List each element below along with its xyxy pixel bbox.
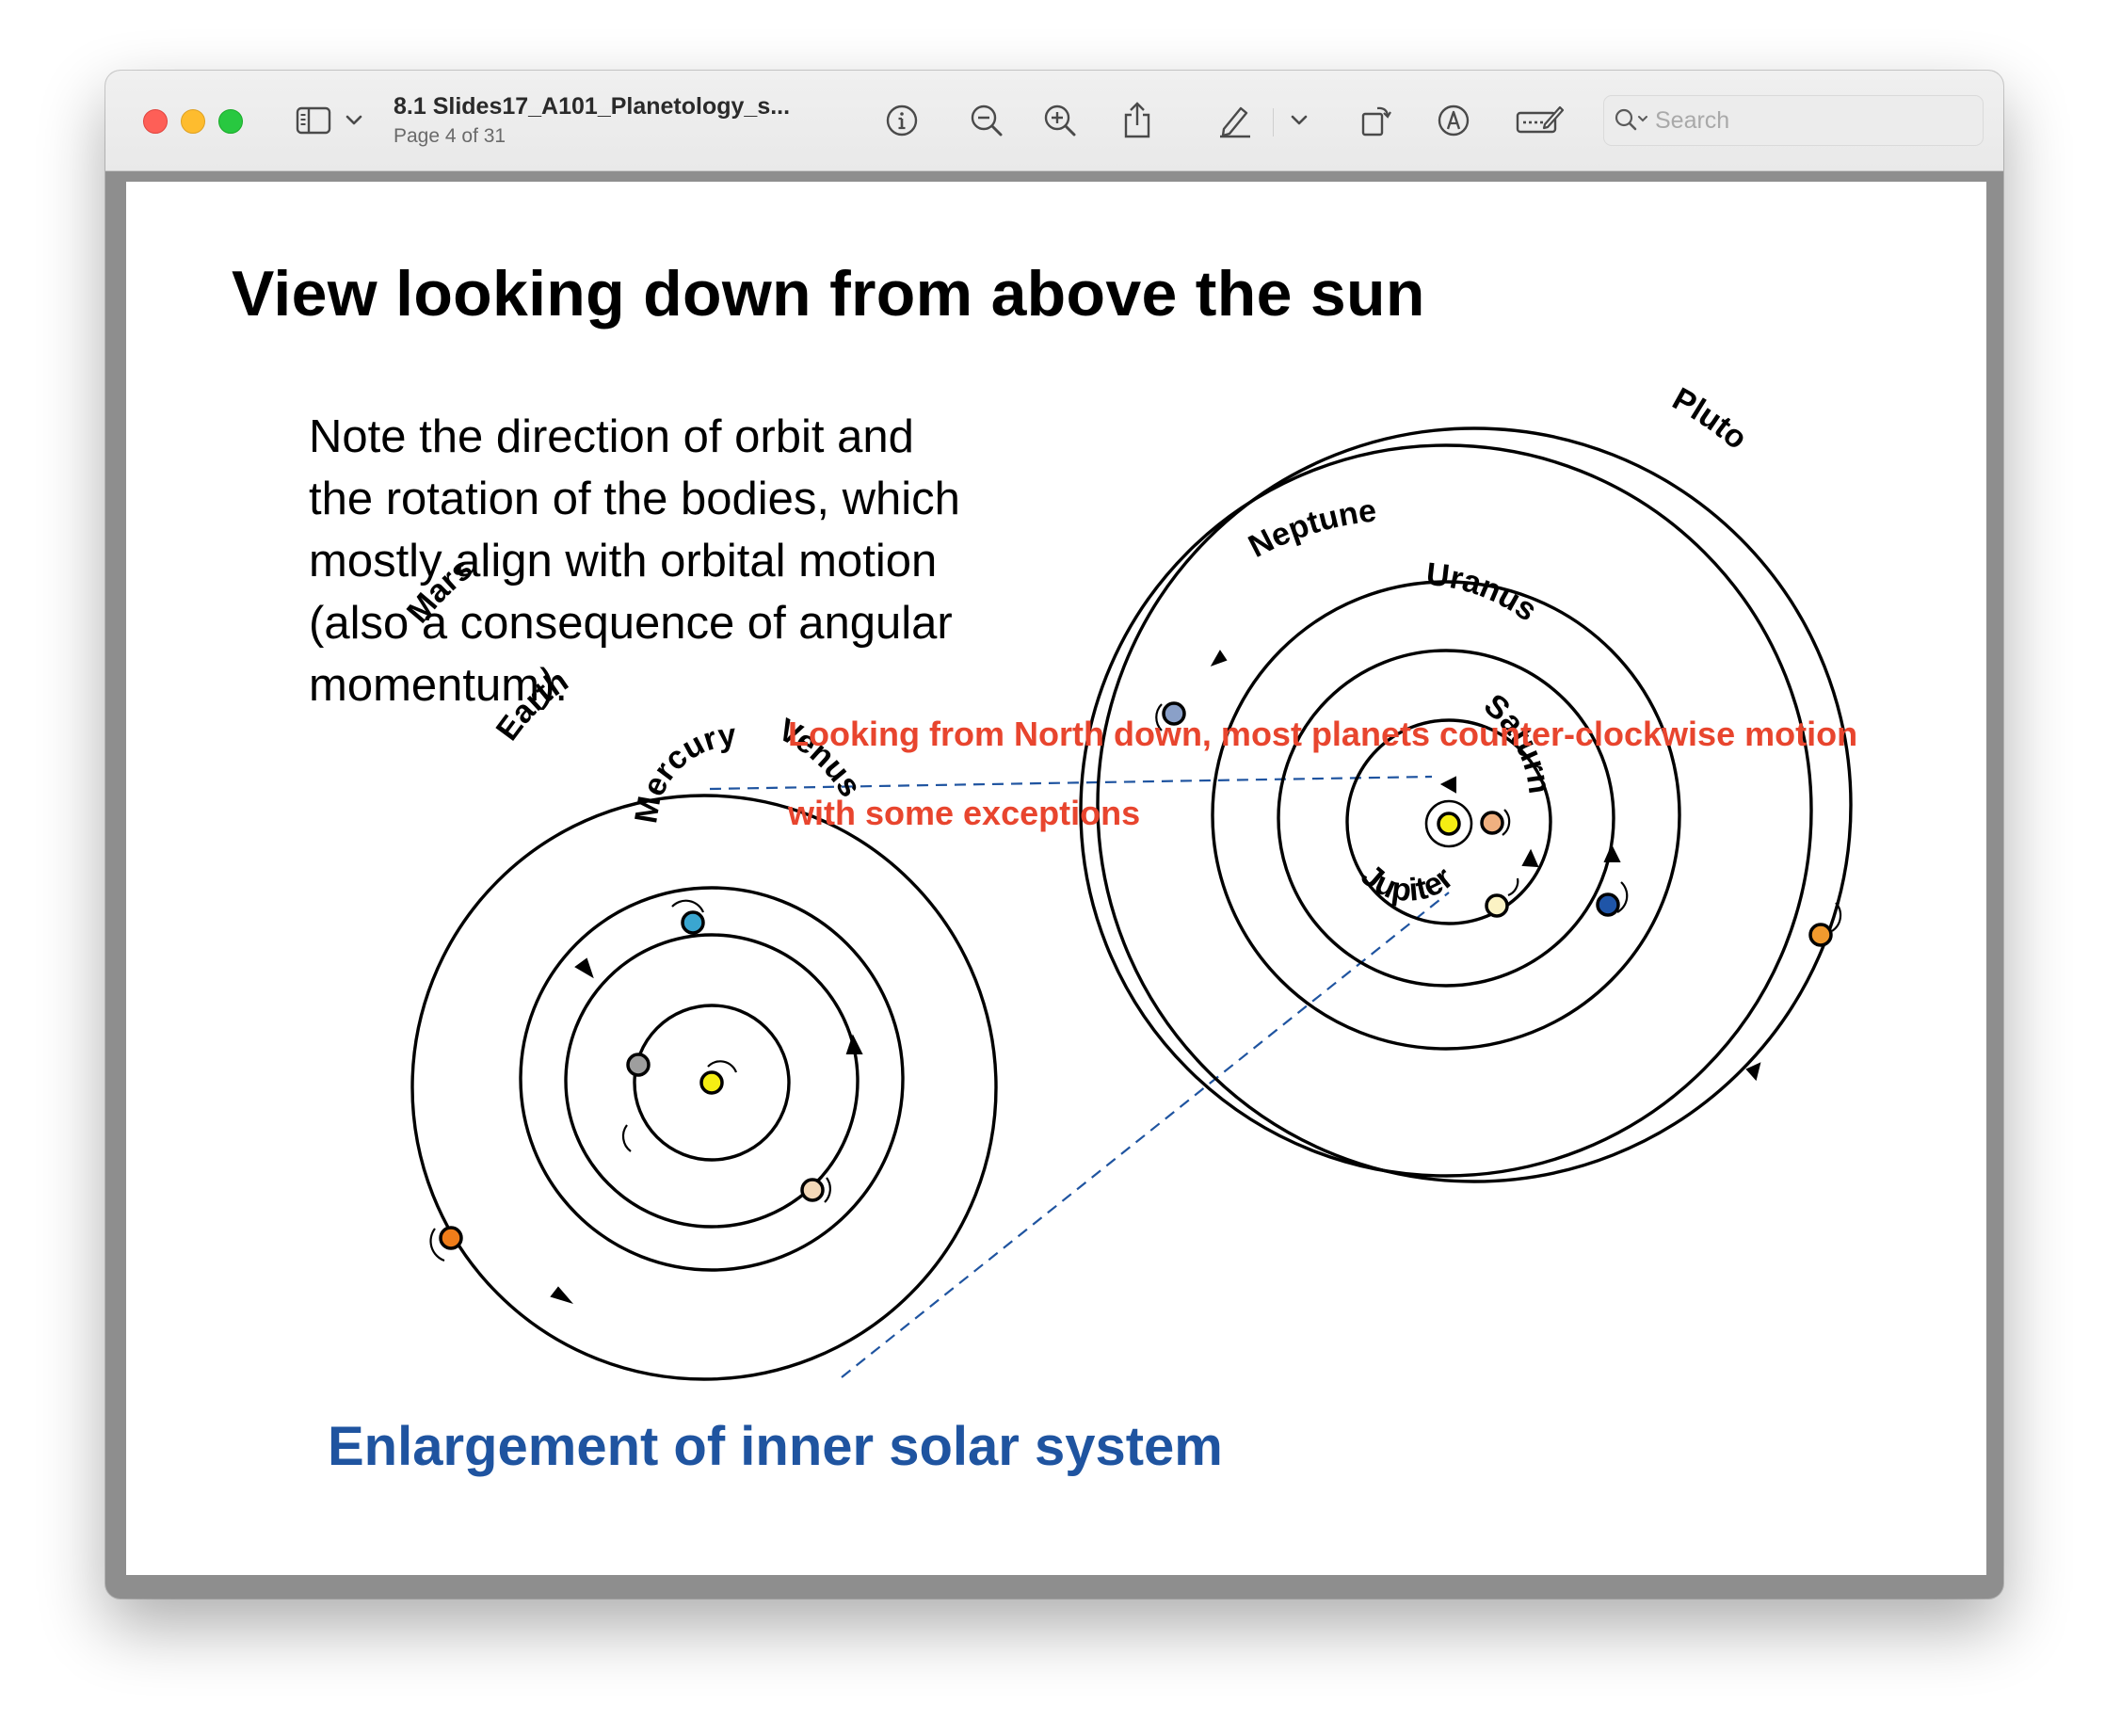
pluto-orbit bbox=[1096, 426, 1853, 1183]
connector-line bbox=[709, 775, 1433, 791]
neptune-orbit bbox=[1079, 443, 1813, 1178]
orbit-arrow bbox=[1210, 650, 1228, 667]
orbit-arrow bbox=[1745, 1062, 1761, 1082]
jupiter-label: Jupiter bbox=[1354, 858, 1460, 909]
annotation-line-2: with some exceptions bbox=[788, 794, 1141, 832]
saturn-planet bbox=[1480, 811, 1504, 835]
document-title: 8.1 Slides17_A101_Planetology_s... bbox=[394, 93, 791, 120]
info-button[interactable] bbox=[883, 97, 921, 144]
orbit-arrow bbox=[574, 957, 594, 979]
markup-icon bbox=[1438, 104, 1470, 137]
zoom-in-button[interactable] bbox=[1041, 97, 1079, 144]
note-line: mostly align with orbital motion bbox=[309, 536, 938, 587]
preview-window: 8.1 Slides17_A101_Planetology_s... Page … bbox=[105, 71, 2003, 1599]
sidebar-options-button[interactable] bbox=[341, 97, 367, 144]
uranus-planet bbox=[1596, 892, 1620, 917]
spin-arrow bbox=[1507, 877, 1519, 897]
zoom-out-button[interactable] bbox=[968, 97, 1005, 144]
close-window-button[interactable] bbox=[143, 109, 168, 134]
pdf-page: Mars Earth Venus Mercury Pluto Neptune U… bbox=[126, 182, 1986, 1575]
slide-title: View looking down from above the sun bbox=[232, 258, 1425, 330]
mercury-planet bbox=[626, 1053, 651, 1077]
chevron-down-icon bbox=[345, 115, 362, 125]
spin-arrow bbox=[621, 1124, 632, 1152]
annotation-line-1: Looking from North down, most planets co… bbox=[788, 715, 1858, 753]
orbit-arrow bbox=[845, 1034, 863, 1054]
search-field[interactable] bbox=[1603, 95, 1984, 146]
zoom-in-icon bbox=[1044, 104, 1076, 137]
orbit-arrow bbox=[1521, 848, 1539, 868]
highlight-options-button[interactable] bbox=[1286, 97, 1312, 144]
share-icon bbox=[1124, 102, 1150, 138]
orbit-arrow bbox=[550, 1286, 574, 1304]
zoom-out-icon bbox=[971, 104, 1003, 137]
earth-planet bbox=[681, 910, 705, 935]
mercury-label: Mercury bbox=[628, 717, 737, 827]
zoom-window-button[interactable] bbox=[218, 109, 243, 134]
inner-system-caption: Enlargement of inner solar system bbox=[328, 1416, 1223, 1477]
pluto-planet bbox=[1808, 923, 1833, 947]
uranus-label: Uranus bbox=[1424, 556, 1544, 629]
search-icon bbox=[1615, 108, 1647, 131]
minimize-window-button[interactable] bbox=[181, 109, 205, 134]
orbit-arrow bbox=[1603, 844, 1621, 862]
spin-arrow bbox=[824, 1177, 831, 1203]
sun-outer bbox=[1437, 812, 1461, 836]
solar-system-diagram: Mars Earth Venus Mercury Pluto Neptune U… bbox=[400, 381, 1853, 1381]
share-button[interactable] bbox=[1118, 97, 1156, 144]
note-line: momentum). bbox=[309, 660, 569, 711]
highlight-button[interactable] bbox=[1214, 97, 1256, 144]
rotate-button[interactable] bbox=[1358, 97, 1395, 144]
mars-planet bbox=[439, 1226, 463, 1250]
pencil-icon bbox=[1220, 106, 1250, 138]
title-bar: 8.1 Slides17_A101_Planetology_s... Page … bbox=[105, 71, 2003, 171]
toolbar-separator bbox=[1273, 108, 1274, 137]
sidebar-toggle-button[interactable] bbox=[294, 97, 335, 144]
page-indicator: Page 4 of 31 bbox=[394, 125, 506, 147]
chevron-down-icon bbox=[1291, 115, 1308, 125]
rotate-icon bbox=[1361, 106, 1391, 137]
spin-arrow bbox=[707, 1060, 738, 1073]
search-input[interactable] bbox=[1653, 104, 1968, 137]
markup-button[interactable] bbox=[1435, 97, 1472, 144]
form-filling-button[interactable] bbox=[1514, 97, 1567, 144]
jupiter-planet bbox=[1485, 893, 1509, 918]
info-icon bbox=[886, 104, 918, 137]
venus-planet bbox=[800, 1178, 825, 1202]
sun-inner bbox=[699, 1070, 724, 1095]
note-text: Note the direction of orbit and the rota… bbox=[309, 406, 1081, 716]
note-line: the rotation of the bodies, which bbox=[309, 474, 960, 524]
neptune-label: Neptune bbox=[1243, 492, 1378, 565]
orbit-arrow bbox=[1439, 776, 1456, 794]
note-line: (also a consequence of angular bbox=[309, 598, 953, 649]
connector-line bbox=[841, 892, 1450, 1378]
pluto-label: Pluto bbox=[1666, 381, 1754, 457]
sidebar-icon bbox=[296, 106, 331, 135]
spin-arrow bbox=[671, 899, 705, 913]
form-fill-icon bbox=[1516, 105, 1565, 134]
note-line: Note the direction of orbit and bbox=[309, 411, 914, 462]
